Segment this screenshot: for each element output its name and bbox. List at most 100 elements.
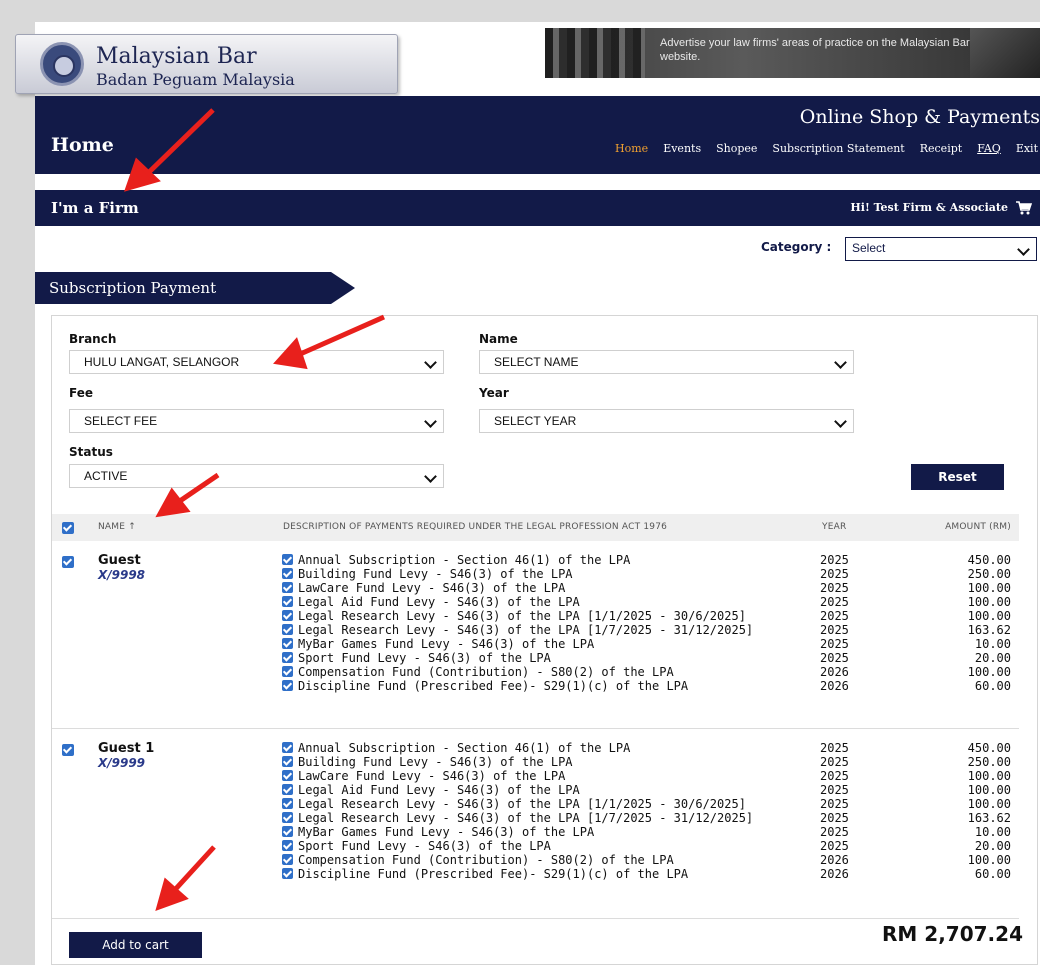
payment-checkbox[interactable] [282, 624, 293, 635]
payment-description: Discipline Fund (Prescribed Fee)- S29(1)… [298, 679, 689, 693]
payment-year: 2025 [820, 741, 849, 755]
payment-description: Legal Aid Fund Levy - S46(3) of the LPA [298, 783, 580, 797]
status-label: Status [69, 445, 113, 459]
column-header-name[interactable]: NAME ↑ [98, 522, 136, 532]
payment-row: MyBar Games Fund Levy - S46(3) of the LP… [52, 637, 1019, 651]
payment-year: 2025 [820, 783, 849, 797]
payment-checkbox[interactable] [282, 610, 293, 621]
year-select[interactable]: SELECT YEAR [479, 409, 854, 433]
cart-icon[interactable] [1016, 201, 1032, 215]
payment-checkbox[interactable] [282, 784, 293, 795]
page: Malaysian Bar Badan Peguam Malaysia Adve… [15, 22, 1040, 965]
nav-home[interactable]: Home [615, 142, 648, 155]
logo-subtitle: Badan Peguam Malaysia [96, 70, 295, 89]
nav-shopee[interactable]: Shopee [716, 142, 757, 155]
section-title: Subscription Payment [49, 279, 217, 297]
user-greeting: Hi! Test Firm & Associate [850, 201, 1008, 214]
payment-year: 2025 [820, 609, 849, 623]
payment-checkbox[interactable] [282, 568, 293, 579]
shop-title: Online Shop & Payments [799, 106, 1040, 128]
payment-description: Legal Aid Fund Levy - S46(3) of the LPA [298, 595, 580, 609]
fee-select[interactable]: SELECT FEE [69, 409, 444, 433]
nav-receipt[interactable]: Receipt [920, 142, 962, 155]
payment-year: 2025 [820, 581, 849, 595]
payment-amount: 100.00 [967, 609, 1011, 623]
payment-checkbox[interactable] [282, 680, 293, 691]
payment-row: Legal Aid Fund Levy - S46(3) of the LPA 2… [52, 595, 1019, 609]
payment-amount: 100.00 [967, 853, 1011, 867]
payment-year: 2025 [820, 623, 849, 637]
payment-year: 2025 [820, 553, 849, 567]
year-label: Year [479, 386, 509, 400]
payment-amount: 100.00 [967, 797, 1011, 811]
select-all-checkbox[interactable] [62, 522, 74, 534]
table-header: NAME ↑ DESCRIPTION OF PAYMENTS REQUIRED … [52, 514, 1019, 541]
payment-checkbox[interactable] [282, 652, 293, 663]
payment-year: 2025 [820, 637, 849, 651]
payment-checkbox[interactable] [282, 582, 293, 593]
payment-row: LawCare Fund Levy - S46(3) of the LPA 202… [52, 581, 1019, 595]
name-select[interactable]: SELECT NAME [479, 350, 854, 374]
payment-row: Annual Subscription - Section 46(1) of t… [52, 741, 1019, 755]
cart-total: RM 2,707.24 [882, 922, 1023, 946]
main-nav: Home Events Shopee Subscription Statemen… [600, 142, 1038, 155]
chevron-down-icon [1017, 243, 1030, 256]
payment-checkbox[interactable] [282, 742, 293, 753]
payment-checkbox[interactable] [282, 596, 293, 607]
add-to-cart-button[interactable]: Add to cart [69, 932, 202, 958]
row-divider [52, 918, 1019, 919]
nav-faq[interactable]: FAQ [977, 142, 1001, 155]
category-select[interactable]: Select [845, 237, 1037, 261]
payment-checkbox[interactable] [282, 554, 293, 565]
payment-checkbox[interactable] [282, 638, 293, 649]
payment-row: Sport Fund Levy - S46(3) of the LPA 2025 2… [52, 651, 1019, 665]
payment-checkbox[interactable] [282, 756, 293, 767]
payment-checkbox[interactable] [282, 854, 293, 865]
payment-year: 2026 [820, 853, 849, 867]
payment-year: 2025 [820, 839, 849, 853]
payment-description: Discipline Fund (Prescribed Fee)- S29(1)… [298, 867, 689, 881]
payment-year: 2025 [820, 797, 849, 811]
payment-amount: 100.00 [967, 769, 1011, 783]
firm-bar: I'm a Firm Hi! Test Firm & Associate [35, 190, 1040, 226]
payment-checkbox[interactable] [282, 666, 293, 677]
main-header: Online Shop & Payments Home Home Events … [35, 96, 1040, 174]
payment-checkbox[interactable] [282, 826, 293, 837]
chevron-down-icon [424, 356, 437, 369]
payment-description: Building Fund Levy - S46(3) of the LPA [298, 567, 573, 581]
bar-seal-icon [40, 42, 84, 86]
payment-description: Sport Fund Levy - S46(3) of the LPA [298, 839, 551, 853]
advertisement-banner[interactable]: Advertise your law firms' areas of pract… [545, 28, 1040, 78]
nav-events[interactable]: Events [663, 142, 701, 155]
payment-year: 2025 [820, 769, 849, 783]
payment-description: Compensation Fund (Contribution) - S80(2… [298, 665, 674, 679]
branch-select[interactable]: HULU LANGAT, SELANGOR [69, 350, 444, 374]
reset-button[interactable]: Reset [911, 464, 1004, 490]
payment-amount: 250.00 [967, 567, 1011, 581]
site-logo[interactable]: Malaysian Bar Badan Peguam Malaysia [15, 34, 398, 94]
payment-checkbox[interactable] [282, 868, 293, 879]
status-select[interactable]: ACTIVE [69, 464, 444, 488]
payment-checkbox[interactable] [282, 798, 293, 809]
payment-year: 2026 [820, 867, 849, 881]
name-value: SELECT NAME [494, 355, 579, 369]
payment-row: LawCare Fund Levy - S46(3) of the LPA 202… [52, 769, 1019, 783]
payment-checkbox[interactable] [282, 770, 293, 781]
payment-year: 2026 [820, 679, 849, 693]
payment-row: Discipline Fund (Prescribed Fee)- S29(1)… [52, 867, 1019, 881]
payment-row: Legal Aid Fund Levy - S46(3) of the LPA 2… [52, 783, 1019, 797]
chevron-down-icon [834, 415, 847, 428]
payment-amount: 60.00 [974, 867, 1011, 881]
category-label: Category : [761, 240, 832, 254]
row-divider [52, 728, 1019, 729]
nav-subscription-statement[interactable]: Subscription Statement [772, 142, 904, 155]
year-value: SELECT YEAR [494, 414, 577, 428]
payment-year: 2025 [820, 825, 849, 839]
payment-description: Compensation Fund (Contribution) - S80(2… [298, 853, 674, 867]
payment-checkbox[interactable] [282, 840, 293, 851]
payment-checkbox[interactable] [282, 812, 293, 823]
payment-row: Sport Fund Levy - S46(3) of the LPA 2025 2… [52, 839, 1019, 853]
payment-amount: 60.00 [974, 679, 1011, 693]
payment-amount: 100.00 [967, 665, 1011, 679]
nav-exit[interactable]: Exit [1016, 142, 1038, 155]
